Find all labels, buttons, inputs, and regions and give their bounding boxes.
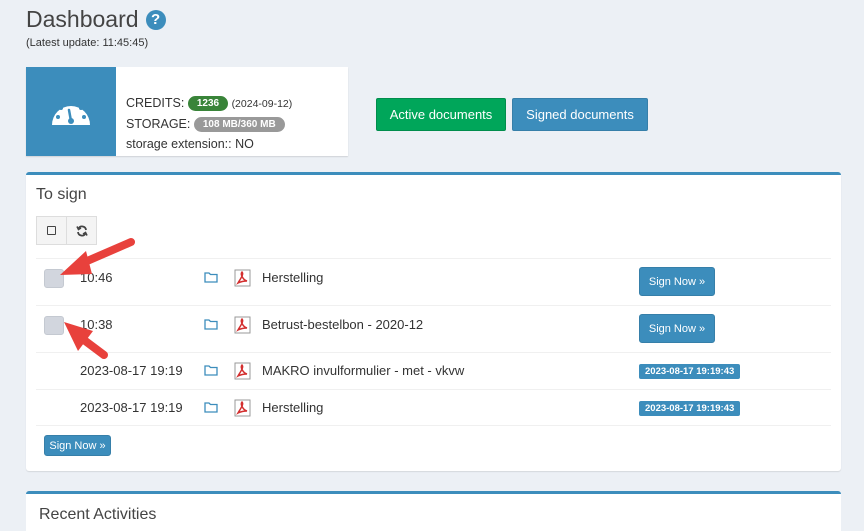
folder-icon[interactable]: [204, 318, 218, 330]
pdf-icon[interactable]: [234, 399, 251, 417]
signed-date-badge: 2023-08-17 19:19:43: [639, 401, 741, 416]
table-row: 2023-08-17 19:19 MAKRO invulformulier - …: [36, 352, 831, 389]
toolbar: [36, 216, 97, 245]
storage-label: STORAGE:: [126, 117, 191, 131]
refresh-button[interactable]: [66, 216, 97, 245]
document-name[interactable]: Herstelling: [262, 270, 323, 285]
row-time: 10:38: [80, 317, 113, 332]
folder-icon[interactable]: [204, 401, 218, 413]
info-box: CREDITS: 1236 (2024-09-12) STORAGE: 108 …: [26, 67, 348, 156]
pdf-icon[interactable]: [234, 362, 251, 380]
row-time: 2023-08-17 19:19: [80, 363, 183, 378]
last-update: (Latest update: 11:45:45): [26, 37, 149, 49]
credits-line: CREDITS: 1236 (2024-09-12): [126, 93, 292, 114]
table-row: 2023-08-17 19:19 Herstelling 2023-08-17 …: [36, 389, 831, 426]
sign-now-selected-button[interactable]: Sign Now »: [44, 435, 111, 456]
row-time: 10:46: [80, 270, 113, 285]
table-row: 10:38 Betrust-bestelbon - 2020-12 Sign N…: [36, 305, 831, 352]
page-title-text: Dashboard: [26, 6, 139, 32]
help-icon[interactable]: ?: [145, 9, 166, 30]
table-row: 10:46 Herstelling Sign Now »: [36, 258, 831, 305]
active-documents-button[interactable]: Active documents: [376, 98, 506, 131]
document-name[interactable]: MAKRO invulformulier - met - vkvw: [262, 363, 464, 378]
document-name[interactable]: Betrust-bestelbon - 2020-12: [262, 317, 423, 332]
to-sign-panel: To sign 10:46 Herstelling Sign Now » 10:…: [26, 172, 841, 471]
refresh-icon: [75, 225, 88, 236]
select-all-button[interactable]: [36, 216, 67, 245]
signed-documents-button[interactable]: Signed documents: [512, 98, 648, 131]
row-time: 2023-08-17 19:19: [80, 400, 183, 415]
panel-title: To sign: [36, 186, 87, 203]
dashboard-gauge-icon: [26, 67, 116, 156]
row-checkbox[interactable]: [44, 316, 64, 335]
storage-badge: 108 MB/360 MB: [193, 117, 285, 133]
recent-activities-panel: Recent Activities: [26, 491, 841, 531]
page-title: Dashboard ?: [26, 6, 166, 33]
storage-line: STORAGE: 108 MB/360 MB: [126, 114, 292, 134]
document-name[interactable]: Herstelling: [262, 400, 323, 415]
credits-label: CREDITS:: [126, 96, 185, 110]
info-content: CREDITS: 1236 (2024-09-12) STORAGE: 108 …: [116, 67, 292, 156]
sign-now-button[interactable]: Sign Now »: [639, 314, 715, 343]
storage-extension: storage extension:: NO: [126, 137, 254, 151]
row-checkbox[interactable]: [44, 269, 64, 288]
square-icon: [47, 226, 56, 235]
signed-date-badge: 2023-08-17 19:19:43: [639, 364, 741, 379]
sign-now-button[interactable]: Sign Now »: [639, 267, 715, 296]
panel-title: Recent Activities: [39, 506, 157, 523]
pdf-icon[interactable]: [234, 316, 251, 334]
credits-badge: 1236: [187, 96, 229, 112]
folder-icon[interactable]: [204, 271, 218, 283]
credits-date: (2024-09-12): [231, 98, 293, 110]
folder-icon[interactable]: [204, 364, 218, 376]
pdf-icon[interactable]: [234, 269, 251, 287]
